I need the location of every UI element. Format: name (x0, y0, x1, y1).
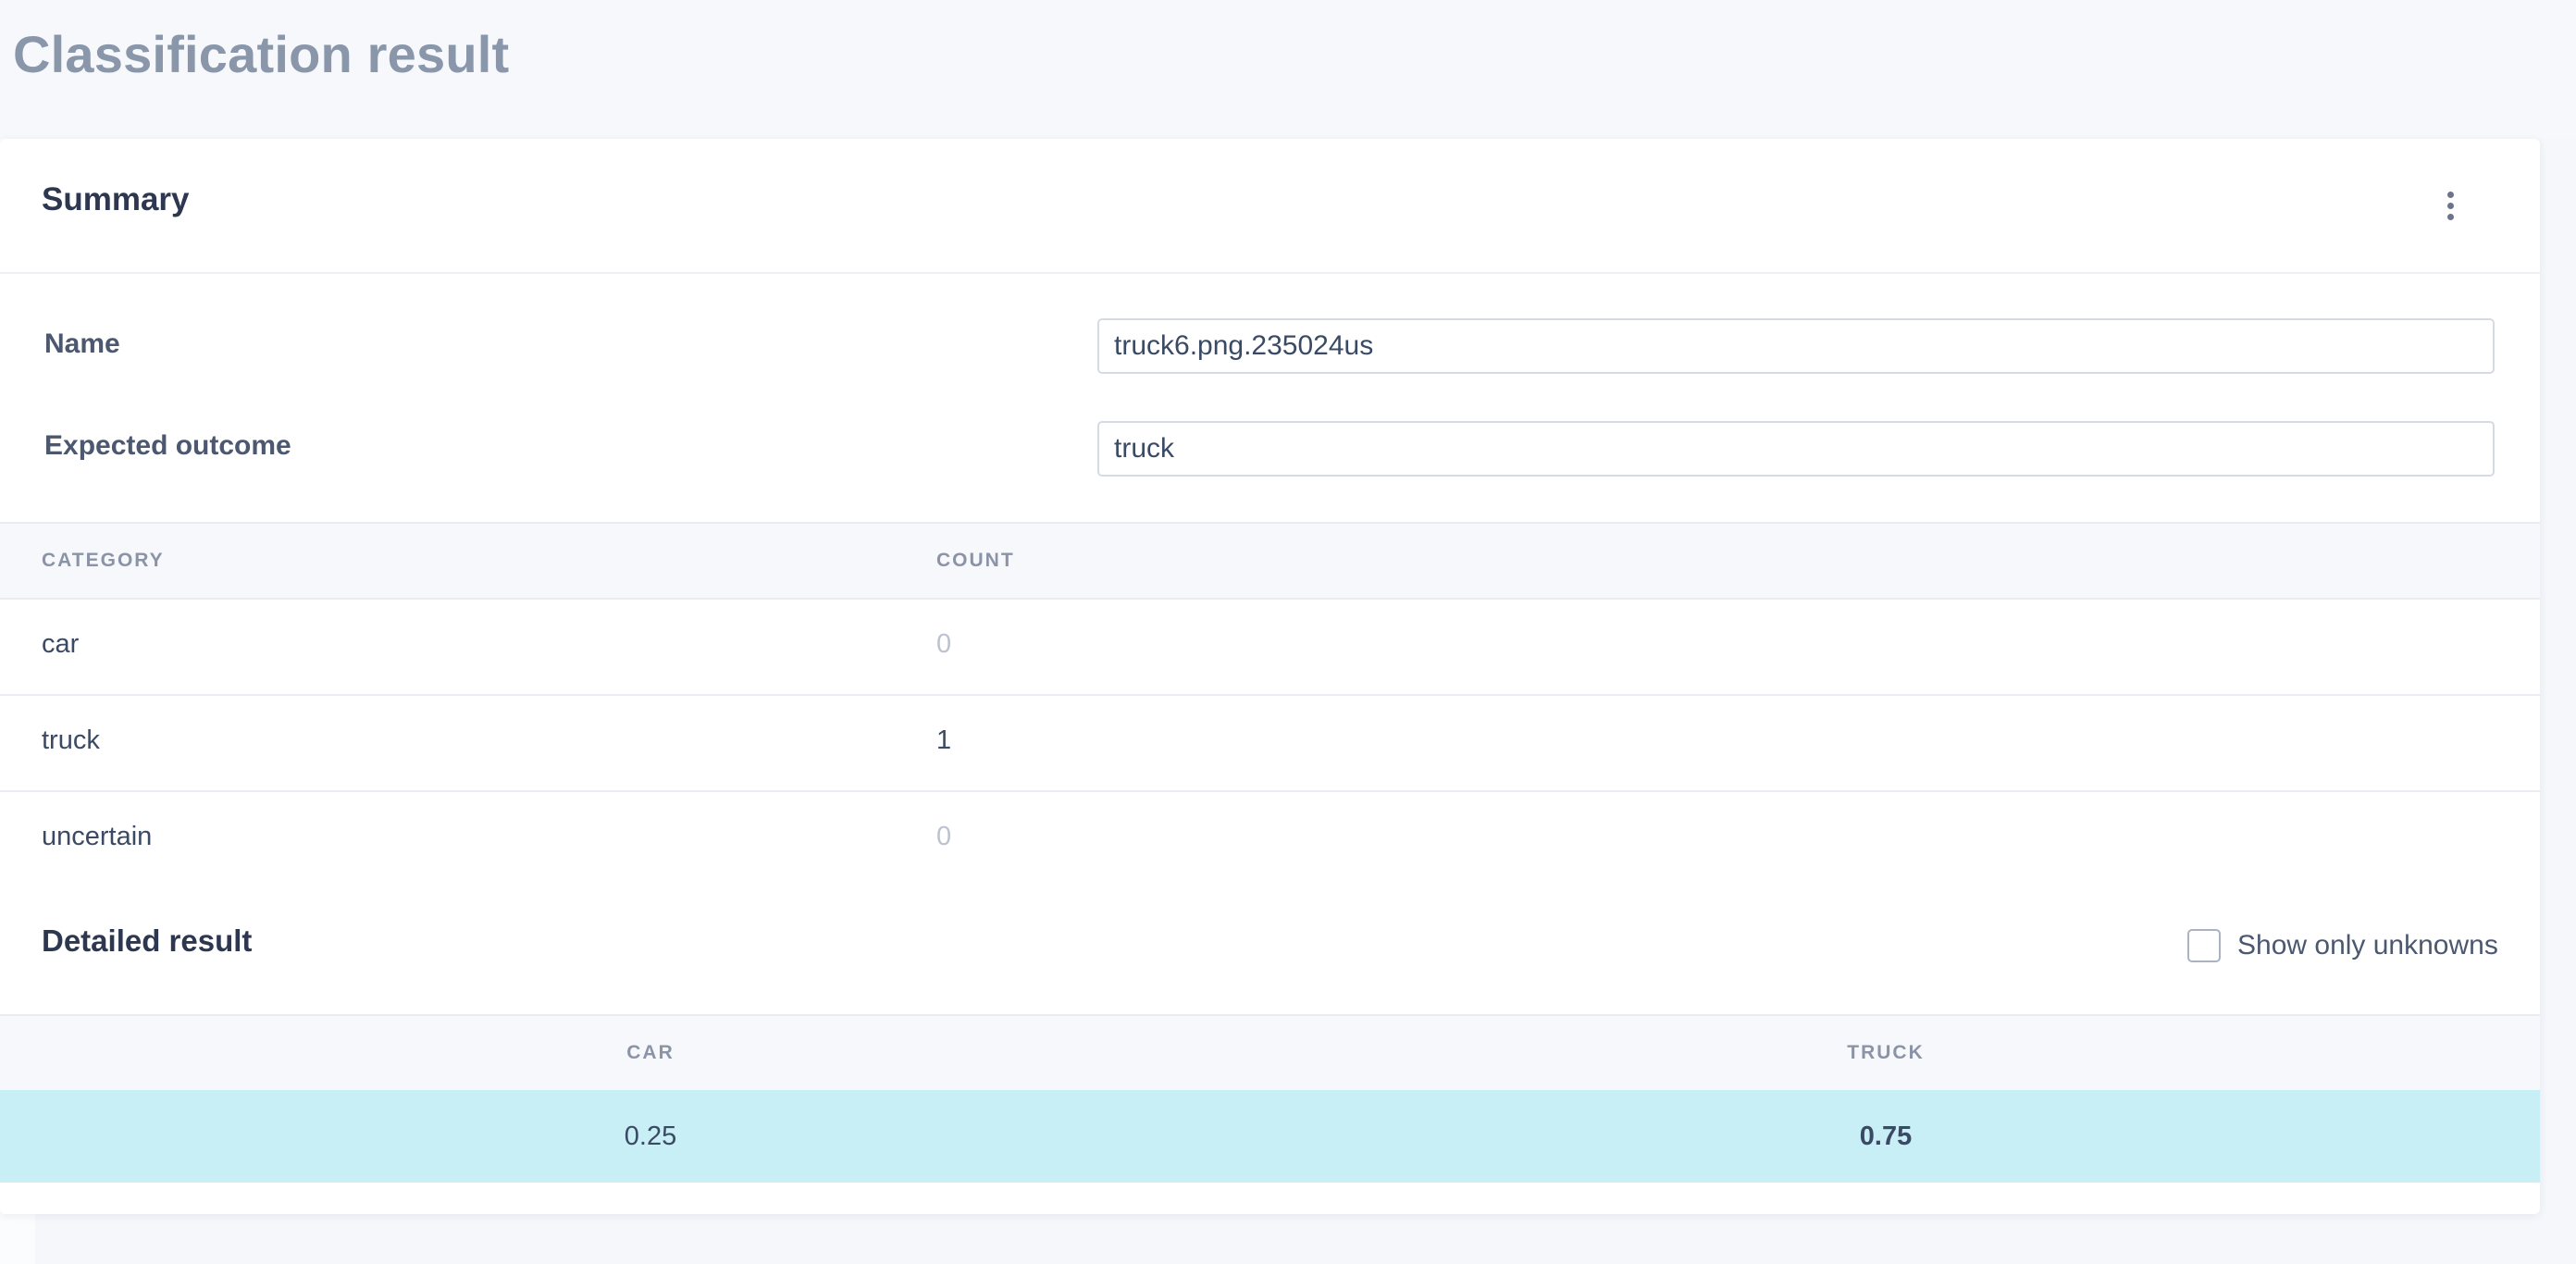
truck-score-cell: 0.75 (1859, 1121, 1913, 1151)
detailed-result-row: 0.25 0.75 (0, 1090, 2540, 1183)
page-title: Classification result (13, 25, 510, 83)
expected-outcome-label: Expected outcome (44, 430, 291, 461)
category-cell: truck (42, 725, 100, 755)
car-score-cell: 0.25 (624, 1121, 677, 1151)
show-only-unknowns-label: Show only unknowns (2237, 930, 2498, 960)
category-cell: car (42, 629, 80, 659)
summary-card: Summary Name Expected outcome CATEGORY C… (0, 139, 2540, 1214)
column-header-category: CATEGORY (42, 550, 165, 571)
kebab-menu-icon[interactable] (2430, 185, 2471, 226)
detailed-table-header: CAR TRUCK (0, 1014, 2540, 1092)
category-cell: uncertain (42, 822, 153, 851)
show-only-unknowns-toggle[interactable]: Show only unknowns (2187, 929, 2498, 962)
category-table-header: CATEGORY COUNT (0, 522, 2540, 600)
page-header: Classification result (0, 0, 2576, 139)
name-field[interactable] (1097, 318, 2495, 374)
detailed-result-title: Detailed result (42, 923, 253, 958)
column-header-truck: TRUCK (1847, 1042, 1925, 1063)
table-row: car 0 (0, 598, 2540, 696)
table-row: uncertain 0 (0, 790, 2540, 886)
name-label: Name (44, 328, 120, 359)
count-cell: 0 (936, 629, 952, 659)
card-header: Summary (0, 139, 2540, 274)
show-only-unknowns-checkbox[interactable] (2187, 929, 2221, 962)
summary-title: Summary (42, 181, 190, 217)
table-row: truck 1 (0, 694, 2540, 792)
column-header-count: COUNT (936, 550, 1015, 571)
count-cell: 0 (936, 822, 952, 851)
column-header-car: CAR (626, 1042, 675, 1063)
count-cell: 1 (936, 725, 952, 755)
expected-outcome-field[interactable] (1097, 421, 2495, 477)
